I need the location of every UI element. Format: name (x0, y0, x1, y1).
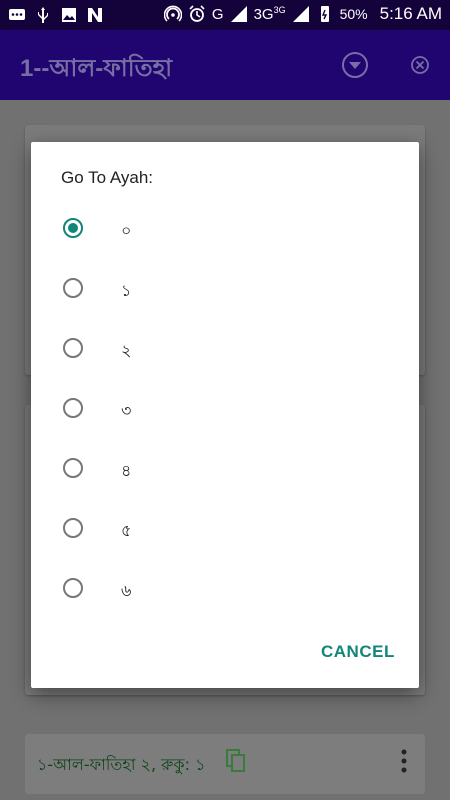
ayah-option-label: ০ (121, 221, 132, 240)
alarm-icon (189, 5, 205, 22)
go-to-ayah-dialog: Go To Ayah: ০ ১ ২ ৩ ৪ ৫ ৬ CANCEL (31, 142, 419, 688)
ayah-option[interactable]: ২ (31, 320, 419, 380)
chevron-down-circle-icon (342, 52, 368, 78)
radio-button[interactable] (63, 578, 83, 598)
signal-icon-2 (292, 6, 309, 22)
hotspot-icon (163, 5, 182, 22)
copy-icon[interactable] (225, 748, 247, 774)
ayah-option[interactable]: ৩ (31, 380, 419, 440)
ayah-option-label: ২ (121, 341, 132, 360)
ayah-option[interactable]: ৪ (31, 440, 419, 500)
ayah-option-label: ৬ (121, 581, 132, 600)
ayah-option-label: ৪ (121, 461, 132, 480)
dropdown-button[interactable] (340, 50, 370, 80)
page-title: 1--আল-ফাতিহা (20, 55, 173, 82)
ayah-option-label: ৩ (121, 401, 132, 420)
ayah-option[interactable]: ০ (31, 200, 419, 260)
n-app-icon (88, 8, 102, 22)
close-button[interactable] (405, 50, 435, 80)
chat-icon (9, 9, 25, 20)
network-g-label: G (211, 5, 224, 23)
radio-button[interactable] (63, 338, 83, 358)
ayah-option-label: ৫ (121, 521, 132, 540)
battery-icon (320, 6, 329, 22)
close-circle-icon (411, 56, 429, 74)
clock: 5:16 AM (379, 4, 442, 23)
ayah-option-label: ১ (121, 281, 132, 300)
radio-button[interactable] (63, 218, 83, 238)
ayah-reference: ১-আল-ফাতিহা ২, রুকু: ১ (37, 755, 206, 774)
battery-level: 50% (339, 6, 368, 22)
app-bar: 1--আল-ফাতিহা (0, 30, 450, 100)
image-icon (62, 8, 76, 22)
signal-icon (230, 6, 247, 22)
ayah-option[interactable]: ৬ (31, 560, 419, 620)
system-icons: G 3G3G 50% 5:16 AM (163, 4, 442, 24)
ayah-option[interactable]: ১ (31, 260, 419, 320)
usb-icon (38, 7, 48, 23)
notification-icons (8, 6, 104, 24)
status-bar: G 3G3G 50% 5:16 AM (0, 0, 450, 30)
cancel-button[interactable]: CANCEL (321, 642, 395, 662)
ayah-card-bottom: ১-আল-ফাতিহা ২, রুকু: ১ (25, 734, 425, 794)
radio-button[interactable] (63, 278, 83, 298)
radio-button[interactable] (63, 398, 83, 418)
radio-button[interactable] (63, 458, 83, 478)
dialog-title: Go To Ayah: (61, 168, 153, 187)
radio-button[interactable] (63, 518, 83, 538)
more-vertical-icon[interactable] (401, 748, 407, 774)
network-3g-label: 3G3G (253, 5, 286, 23)
ayah-option[interactable]: ৫ (31, 500, 419, 560)
